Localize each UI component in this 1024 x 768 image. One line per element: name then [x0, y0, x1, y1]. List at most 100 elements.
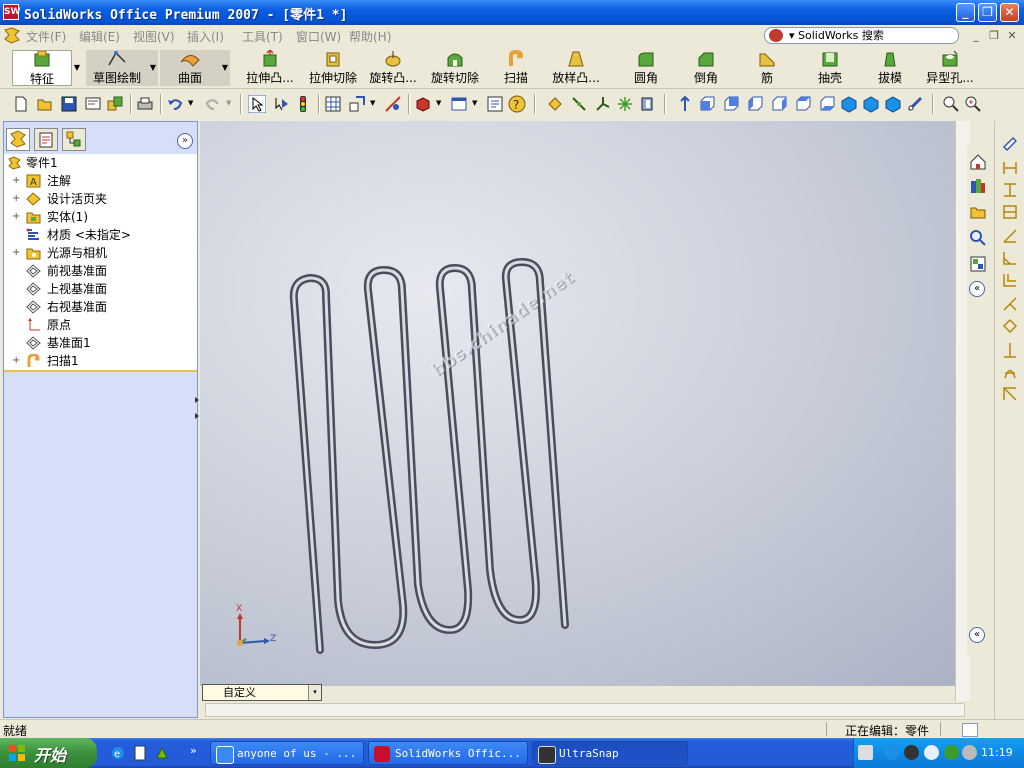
- symmetric-icon[interactable]: [1001, 363, 1019, 381]
- maximize-button[interactable]: ❐: [978, 3, 997, 22]
- expand-task-pane-bottom-button[interactable]: «: [969, 627, 985, 643]
- isometric-view-icon[interactable]: [840, 95, 858, 113]
- revolved-boss-button[interactable]: 旋转凸...: [364, 50, 422, 86]
- tab-features[interactable]: 特征: [12, 50, 72, 86]
- horizontal-scrollbar[interactable]: [205, 703, 965, 717]
- horizontal-dimension-icon[interactable]: [1001, 159, 1019, 177]
- angle-dimension-icon[interactable]: [1001, 227, 1019, 245]
- menu-window[interactable]: 窗口(W): [296, 28, 341, 45]
- taskbar-item-ultrasnap[interactable]: UltraSnap: [532, 741, 688, 765]
- security-icon[interactable]: [944, 745, 959, 760]
- add-relation-icon[interactable]: [1001, 295, 1019, 313]
- expand-icon[interactable]: +: [12, 352, 20, 370]
- layout-dropdown-icon[interactable]: ▼: [472, 99, 477, 107]
- view-palette-icon[interactable]: [969, 255, 987, 273]
- left-view-icon[interactable]: [746, 95, 764, 113]
- appearance-dropdown-icon[interactable]: ▼: [436, 99, 441, 107]
- network-icon[interactable]: [884, 745, 899, 760]
- print-icon[interactable]: [136, 95, 154, 113]
- loft-boss-button[interactable]: 放样凸...: [546, 50, 606, 86]
- taskbar-item-anyone[interactable]: anyone of us - ...: [210, 741, 364, 765]
- smart-dimension-icon[interactable]: [1001, 135, 1019, 153]
- drawing-from-part-icon[interactable]: [84, 95, 102, 113]
- traffic-light-icon[interactable]: [294, 95, 312, 113]
- section-view-icon[interactable]: [638, 95, 656, 113]
- trimetric-view-icon[interactable]: [862, 95, 880, 113]
- sweep-button[interactable]: 扫描: [496, 50, 536, 86]
- fully-define-icon[interactable]: [1001, 341, 1019, 359]
- solidworks-app-icon[interactable]: SW: [3, 4, 20, 20]
- extruded-cut-button[interactable]: 拉伸切除: [304, 50, 362, 86]
- tree-item-origin[interactable]: 原点: [4, 316, 197, 334]
- internet-explorer-icon[interactable]: e: [110, 745, 126, 761]
- filter-faces-icon[interactable]: [546, 95, 564, 113]
- grid-options-icon[interactable]: [324, 95, 342, 113]
- volume-icon[interactable]: [962, 745, 977, 760]
- collapse-panel-button[interactable]: »: [177, 133, 193, 149]
- undo-icon[interactable]: [166, 95, 184, 113]
- bottom-view-icon[interactable]: [818, 95, 836, 113]
- redo-icon[interactable]: [204, 95, 222, 113]
- right-view-icon[interactable]: [770, 95, 788, 113]
- tree-item-lights-cameras[interactable]: + 光源与相机: [4, 244, 197, 262]
- messenger-icon[interactable]: [924, 745, 939, 760]
- tree-item-front-plane[interactable]: 前视基准面: [4, 262, 197, 280]
- window-layout-icon[interactable]: [450, 95, 468, 113]
- zoom-to-fit-icon[interactable]: [942, 95, 960, 113]
- menu-view[interactable]: 视图(V): [133, 28, 175, 45]
- measure-icon[interactable]: [384, 95, 402, 113]
- tree-root-part[interactable]: 零件1: [4, 154, 197, 172]
- scan-icon[interactable]: [1001, 385, 1019, 403]
- sweep-coil-model[interactable]: [200, 121, 967, 686]
- fillet-button[interactable]: 圆角: [626, 50, 666, 86]
- shell-button[interactable]: 抽壳: [810, 50, 850, 86]
- close-button[interactable]: ✕: [1000, 3, 1019, 22]
- tree-item-sweep1[interactable]: + 扫描1: [4, 352, 197, 370]
- taskbar-item-solidworks[interactable]: SolidWorks Offic...: [368, 741, 528, 765]
- search-icon[interactable]: [969, 229, 987, 247]
- keyboard-icon[interactable]: [858, 745, 873, 760]
- extruded-boss-button[interactable]: 拉伸凸...: [240, 50, 300, 86]
- expand-task-pane-button[interactable]: «: [969, 281, 985, 297]
- baseline-dimension-icon[interactable]: [1001, 271, 1019, 289]
- surfaces-dropdown-icon[interactable]: ▼: [220, 50, 230, 86]
- expand-icon[interactable]: +: [12, 190, 20, 208]
- tab-property-manager[interactable]: [34, 128, 58, 151]
- rollback-bar[interactable]: [4, 370, 197, 372]
- quicklaunch-more[interactable]: »: [190, 744, 197, 757]
- filter-points-icon[interactable]: [616, 95, 634, 113]
- minimize-button[interactable]: _: [956, 3, 975, 22]
- expand-icon[interactable]: +: [12, 172, 20, 190]
- configuration-combo[interactable]: 自定义 ▾: [202, 684, 322, 701]
- normal-to-icon[interactable]: [676, 95, 694, 113]
- tree-item-right-plane[interactable]: 右视基准面: [4, 298, 197, 316]
- document-icon[interactable]: [132, 745, 148, 761]
- tab-sketch[interactable]: 草图绘制: [86, 50, 148, 86]
- tree-item-solid-bodies[interactable]: + 实体(1): [4, 208, 197, 226]
- back-view-icon[interactable]: [722, 95, 740, 113]
- help-icon[interactable]: ?: [508, 95, 526, 113]
- filter-edges-icon[interactable]: [570, 95, 588, 113]
- tree-item-material[interactable]: 材质 <未指定>: [4, 226, 197, 244]
- redo-dropdown-icon[interactable]: ▼: [226, 99, 231, 107]
- vertical-dimension-icon[interactable]: [1001, 181, 1019, 199]
- graphics-area[interactable]: bbs.chinade.net X Z: [200, 121, 967, 686]
- expand-icon[interactable]: +: [12, 244, 20, 262]
- chamfer-button[interactable]: 倒角: [686, 50, 726, 86]
- top-view-icon[interactable]: [794, 95, 812, 113]
- menu-tools[interactable]: 工具(T): [242, 28, 283, 45]
- tray-app-icon[interactable]: [904, 745, 919, 760]
- assembly-from-part-icon[interactable]: [106, 95, 124, 113]
- features-dropdown-icon[interactable]: ▼: [72, 50, 82, 86]
- save-icon[interactable]: [60, 95, 78, 113]
- undo-dropdown-icon[interactable]: ▼: [188, 99, 193, 107]
- ordinate-dimension-icon[interactable]: [1001, 203, 1019, 221]
- sketch-dropdown-icon[interactable]: ▼: [148, 50, 158, 86]
- tab-feature-tree[interactable]: [6, 128, 30, 151]
- doc-close-button[interactable]: ✕: [1004, 29, 1020, 43]
- chevron-down-icon[interactable]: ▾: [308, 685, 321, 700]
- zoom-area-icon[interactable]: [964, 95, 982, 113]
- rib-button[interactable]: 筋: [752, 50, 782, 86]
- new-document-icon[interactable]: [12, 95, 30, 113]
- tab-surfaces[interactable]: 曲面: [160, 50, 220, 86]
